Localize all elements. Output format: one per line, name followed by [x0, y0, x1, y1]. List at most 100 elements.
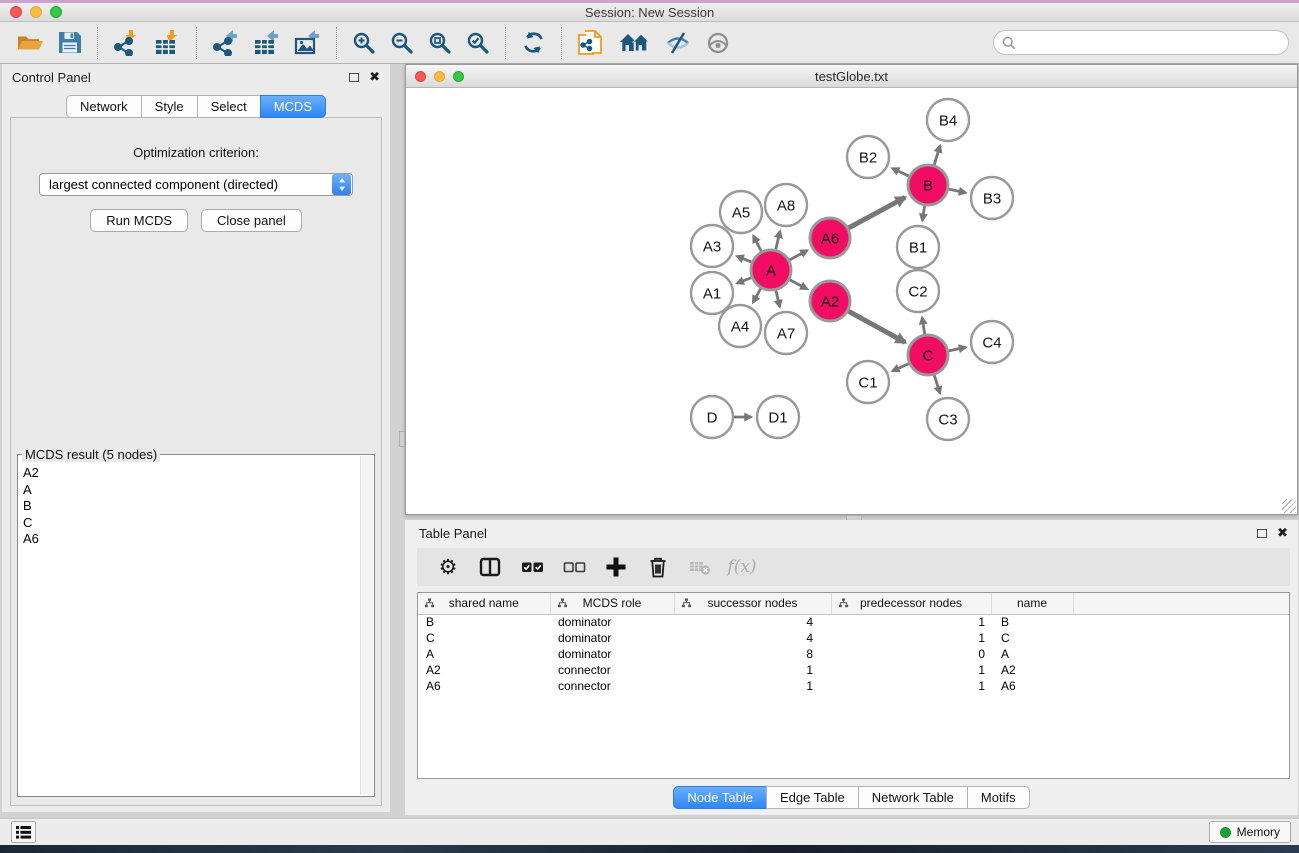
delete-table-button[interactable] — [683, 552, 717, 582]
export-table-button[interactable] — [246, 27, 287, 58]
table-row[interactable]: Bdominator41B — [418, 614, 1289, 630]
memory-button[interactable]: Memory — [1209, 821, 1291, 843]
tab-style[interactable]: Style — [141, 95, 198, 118]
graph-node-label-C: C — [923, 348, 934, 365]
column-header-MCDS-role[interactable]: MCDS role — [550, 593, 674, 614]
graph-edge-A-A2[interactable] — [790, 280, 807, 289]
graph-edge-A-A5[interactable] — [753, 236, 761, 251]
save-icon — [58, 31, 82, 54]
tab-edge-table[interactable]: Edge Table — [766, 786, 859, 809]
column-header-predecessor-nodes[interactable]: predecessor nodes — [831, 593, 991, 614]
eye-icon — [705, 31, 731, 55]
close-panel-button[interactable]: Close panel — [201, 209, 302, 232]
table-row[interactable]: A6connector11A6 — [418, 678, 1289, 694]
graph-node-label-D: D — [707, 410, 718, 427]
graph-edge-A6-B[interactable] — [848, 197, 905, 228]
mcds-result-item[interactable]: A — [23, 482, 356, 499]
search-input[interactable] — [1021, 36, 1280, 50]
deselect-all-rows-button[interactable] — [557, 552, 591, 582]
tab-motifs[interactable]: Motifs — [967, 786, 1030, 809]
home-view-button[interactable] — [612, 29, 658, 56]
graph-node-label-C2: C2 — [908, 284, 927, 301]
zoom-fit-button[interactable] — [421, 29, 459, 57]
optimization-criterion-dropdown[interactable]: largest connected component (directed) — [39, 173, 353, 196]
graph-edge-A-A8[interactable] — [776, 231, 780, 249]
close-panel-icon[interactable]: ✖ — [369, 71, 380, 84]
graph-edge-A2-C[interactable] — [848, 311, 905, 342]
function-builder-button[interactable]: f(x) — [725, 552, 759, 582]
graph-edge-A-A7[interactable] — [776, 290, 780, 306]
task-history-button[interactable] — [11, 821, 36, 843]
show-columns-button[interactable] — [473, 552, 507, 582]
column-type-icon — [557, 598, 568, 609]
delete-column-button[interactable] — [641, 552, 675, 582]
tab-network[interactable]: Network — [66, 95, 142, 118]
graph-edge-A-A1[interactable] — [737, 278, 751, 284]
graph-edge-C-C1[interactable] — [893, 364, 909, 371]
zoom-fit-icon — [428, 31, 452, 55]
import-network-icon — [113, 29, 140, 56]
mcds-result-item[interactable]: A6 — [23, 531, 356, 548]
clone-network-button[interactable] — [570, 27, 612, 59]
table-toolbar: ⚙ — [417, 548, 1290, 586]
mcds-panel: Optimization criterion: largest connecte… — [10, 117, 382, 806]
graph-edge-B-B3[interactable] — [949, 189, 966, 192]
save-session-button[interactable] — [51, 29, 89, 56]
tab-network-table[interactable]: Network Table — [858, 786, 968, 809]
graph-node-label-C1: C1 — [858, 375, 877, 392]
zoom-out-button[interactable] — [383, 29, 421, 57]
column-header-successor-nodes[interactable]: successor nodes — [674, 593, 831, 614]
result-list-scrollbar[interactable] — [360, 456, 373, 795]
mcds-result-item[interactable]: B — [23, 498, 356, 515]
float-panel-icon[interactable] — [349, 73, 359, 82]
table-panel-title: Table Panel — [419, 526, 487, 541]
table-row[interactable]: A2connector11A2 — [418, 662, 1289, 678]
apply-layout-button[interactable] — [514, 28, 553, 57]
houses-icon — [619, 31, 651, 54]
graph-edge-B-B1[interactable] — [922, 206, 924, 221]
hide-graphics-details-button[interactable] — [658, 29, 698, 57]
graph-edge-C-C3[interactable] — [934, 375, 940, 393]
import-table-button[interactable] — [147, 27, 188, 58]
zoom-selected-button[interactable] — [459, 29, 497, 57]
import-network-button[interactable] — [106, 27, 147, 58]
table-panel: Table Panel ✖ ⚙ — [405, 520, 1298, 815]
graph-edge-A-A3[interactable] — [737, 256, 752, 262]
table-row[interactable]: Cdominator41C — [418, 630, 1289, 646]
column-header-name[interactable]: name — [991, 593, 1073, 614]
graph-edge-B-B4[interactable] — [934, 146, 940, 165]
close-table-panel-icon[interactable]: ✖ — [1277, 527, 1288, 540]
column-header-shared-name[interactable]: shared name — [418, 593, 550, 614]
export-image-button[interactable] — [287, 27, 328, 58]
table-options-button[interactable]: ⚙ — [431, 552, 465, 582]
zoom-selected-icon — [466, 31, 490, 55]
graph-edge-B-B2[interactable] — [892, 168, 909, 176]
zoom-in-button[interactable] — [345, 29, 383, 57]
select-all-rows-button[interactable] — [515, 552, 549, 582]
graph-edge-A-A4[interactable] — [753, 288, 761, 302]
network-window-titlebar[interactable]: testGlobe.txt — [406, 65, 1297, 88]
table-row[interactable]: Adominator80A — [418, 646, 1289, 662]
network-vertical-scroll-thumb[interactable] — [399, 431, 405, 447]
show-graphics-details-button[interactable] — [698, 29, 738, 57]
tab-select[interactable]: Select — [197, 95, 261, 118]
export-network-button[interactable] — [205, 27, 246, 58]
window-resize-grip[interactable] — [1282, 499, 1296, 513]
create-column-button[interactable] — [599, 552, 633, 582]
float-table-panel-icon[interactable] — [1257, 529, 1267, 538]
tab-node-table[interactable]: Node Table — [673, 786, 767, 809]
graph-edge-C-C4[interactable] — [949, 347, 966, 350]
run-mcds-button[interactable]: Run MCDS — [90, 209, 188, 232]
search-box[interactable] — [993, 30, 1289, 55]
mcds-result-item[interactable]: A2 — [23, 465, 356, 482]
open-session-button[interactable] — [10, 29, 51, 56]
mcds-result-item[interactable]: C — [23, 515, 356, 532]
zoom-in-icon — [352, 31, 376, 55]
delete-table-icon — [689, 559, 711, 576]
graph-edge-C-C2[interactable] — [922, 318, 925, 335]
task-list-icon — [15, 824, 32, 840]
graph-edge-A-A6[interactable] — [789, 250, 807, 260]
tab-mcds[interactable]: MCDS — [260, 95, 326, 118]
dropdown-stepper[interactable] — [332, 174, 351, 195]
network-canvas[interactable]: B4B2BB3A5A8A6A3B1AA1C2A2A4A7C4CC1DD1C3 — [406, 88, 1297, 514]
